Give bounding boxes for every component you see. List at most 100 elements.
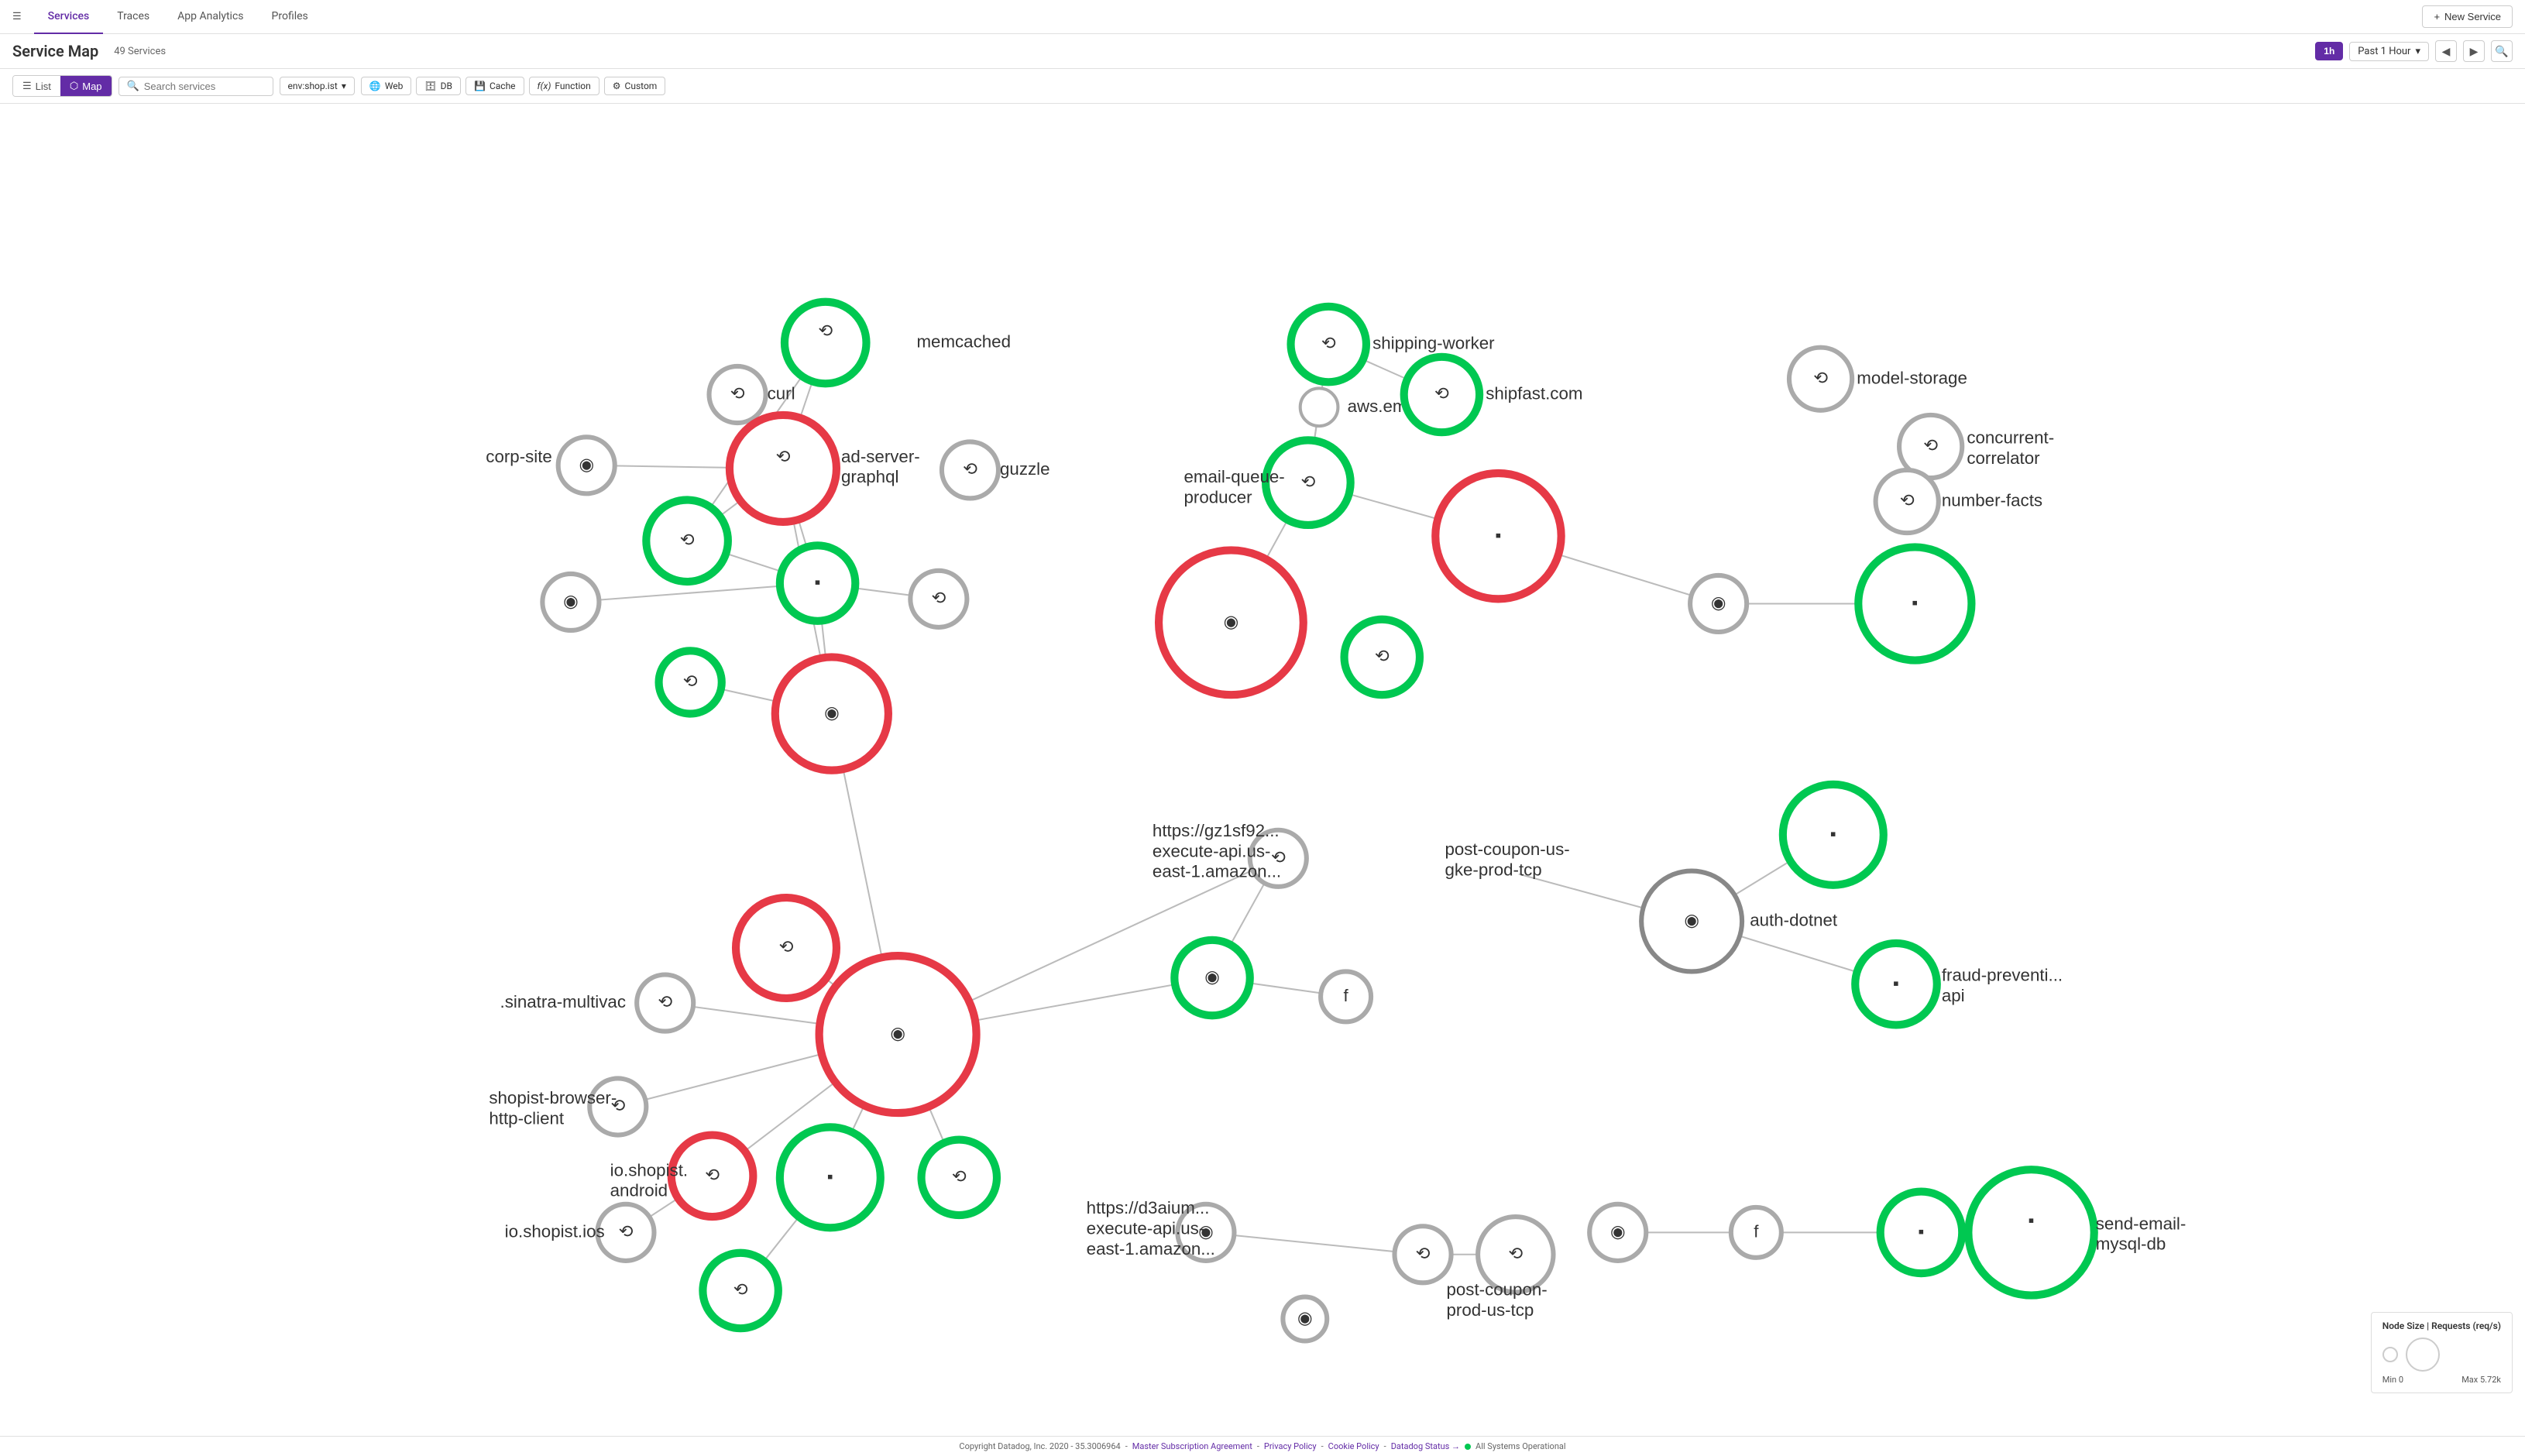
- svg-text:.sinatra-multivac: .sinatra-multivac: [500, 992, 626, 1011]
- footer-link-cookie[interactable]: Cookie Policy: [1328, 1441, 1379, 1451]
- svg-text:▪: ▪: [815, 572, 821, 592]
- search-input[interactable]: [144, 81, 265, 92]
- map-view-button[interactable]: ⬡ Map: [60, 76, 112, 96]
- svg-text:⟲: ⟲: [1434, 384, 1449, 403]
- svg-text:▪: ▪: [1893, 974, 1899, 993]
- page-title: Service Map: [12, 42, 98, 60]
- new-service-button[interactable]: + New Service: [2422, 5, 2513, 28]
- map-icon: ⬡: [70, 80, 78, 92]
- new-service-label: New Service: [2444, 11, 2501, 22]
- legend-max-label: Max 5.72k: [2461, 1375, 2501, 1385]
- time-forward-button[interactable]: ▶: [2463, 40, 2485, 62]
- svg-text:shipping-worker: shipping-worker: [1372, 334, 1495, 353]
- cache-icon: 💾: [474, 81, 486, 91]
- function-label: Function: [555, 81, 590, 91]
- svg-text:https://d3aium...: https://d3aium...: [1087, 1198, 1210, 1217]
- footer-link-msa[interactable]: Master Subscription Agreement: [1132, 1441, 1252, 1451]
- list-icon: ☰: [22, 80, 32, 92]
- filter-custom[interactable]: ⚙ Custom: [604, 77, 666, 95]
- svg-text:⟲: ⟲: [1375, 647, 1390, 666]
- filter-cache[interactable]: 💾 Cache: [465, 77, 524, 95]
- service-map-container[interactable]: ⟲ memcached ⟲ curl ◉ corp-site ⟲ ad-serv…: [0, 104, 2525, 1424]
- nav-tab-app-analytics[interactable]: App Analytics: [163, 0, 257, 34]
- svg-text:producer: producer: [1184, 488, 1253, 507]
- chevron-down-icon: ▾: [342, 81, 346, 91]
- footer-link-status[interactable]: Datadog Status →: [1391, 1441, 1460, 1451]
- nav-tab-services[interactable]: Services: [34, 0, 104, 34]
- hamburger-icon[interactable]: ☰: [12, 11, 22, 22]
- footer-copyright: Copyright Datadog, Inc. 2020 - 35.300696…: [959, 1441, 1120, 1451]
- filter-web[interactable]: 🌐 Web: [361, 77, 412, 95]
- svg-text:⟲: ⟲: [932, 588, 946, 607]
- list-view-button[interactable]: ☰ List: [13, 76, 60, 96]
- svg-text:email-queue-: email-queue-: [1184, 467, 1285, 486]
- svg-text:https://gz1sf92...: https://gz1sf92...: [1153, 821, 1280, 840]
- svg-text:⟲: ⟲: [818, 321, 833, 340]
- status-dot: [1465, 1444, 1471, 1450]
- svg-text:mysql-db: mysql-db: [2096, 1235, 2166, 1254]
- legend-labels: Min 0 Max 5.72k: [2382, 1375, 2501, 1385]
- footer: Copyright Datadog, Inc. 2020 - 35.300696…: [0, 1436, 2525, 1456]
- svg-text:◉: ◉: [1297, 1308, 1312, 1327]
- filter-function[interactable]: f(x) Function: [529, 77, 599, 95]
- footer-link-privacy[interactable]: Privacy Policy: [1264, 1441, 1317, 1451]
- svg-text:⟲: ⟲: [1321, 334, 1336, 353]
- svg-text:⟲: ⟲: [680, 530, 695, 549]
- svg-text:◉: ◉: [1711, 593, 1726, 613]
- svg-text:io.shopist.ios: io.shopist.ios: [505, 1221, 605, 1241]
- svg-text:android: android: [610, 1181, 668, 1200]
- search-icon: 🔍: [127, 81, 139, 92]
- svg-text:⟲: ⟲: [1923, 436, 1938, 455]
- svg-text:⟲: ⟲: [1508, 1244, 1523, 1263]
- legend-circles: [2382, 1338, 2440, 1372]
- nav-tab-profiles[interactable]: Profiles: [258, 0, 322, 34]
- svg-text:◉: ◉: [563, 592, 578, 611]
- svg-text:model-storage: model-storage: [1857, 368, 1967, 387]
- svg-text:▪: ▪: [2029, 1210, 2035, 1230]
- svg-text:⟲: ⟲: [1301, 472, 1316, 491]
- search-input-wrap: 🔍: [119, 77, 273, 96]
- svg-text:⟲: ⟲: [705, 1165, 720, 1184]
- plus-icon: +: [2434, 11, 2440, 22]
- web-label: Web: [385, 81, 404, 91]
- svg-text:prod-us-tcp: prod-us-tcp: [1446, 1300, 1534, 1320]
- footer-status-text: All Systems Operational: [1475, 1441, 1566, 1451]
- svg-text:⟲: ⟲: [776, 447, 791, 466]
- footer-separator: -: [1384, 1441, 1386, 1451]
- filter-bar: ☰ List ⬡ Map 🔍 env:shop.ist ▾ 🌐 Web 🗄 DB…: [0, 69, 2525, 104]
- sub-header: Service Map 49 Services 1h Past 1 Hour ▾…: [0, 34, 2525, 69]
- env-filter-label: env:shop.ist: [288, 81, 338, 91]
- svg-text:⟲: ⟲: [1416, 1244, 1431, 1263]
- svg-text:curl: curl: [768, 384, 795, 403]
- svg-text:⟲: ⟲: [658, 992, 672, 1011]
- svg-text:post-coupon-: post-coupon-: [1446, 1280, 1547, 1300]
- svg-text:ad-server-: ad-server-: [841, 447, 920, 466]
- db-label: DB: [441, 81, 452, 91]
- svg-text:f: f: [1754, 1221, 1759, 1241]
- svg-text:⟲: ⟲: [963, 459, 977, 479]
- nav-tab-traces[interactable]: Traces: [103, 0, 163, 34]
- svg-text:guzzle: guzzle: [1000, 459, 1050, 479]
- svg-text:▪: ▪: [1912, 593, 1918, 613]
- svg-text:⟲: ⟲: [619, 1221, 634, 1241]
- svg-text:f: f: [1343, 986, 1348, 1005]
- svg-text:graphql: graphql: [841, 467, 898, 486]
- footer-separator: -: [1321, 1441, 1324, 1451]
- footer-separator: -: [1257, 1441, 1259, 1451]
- svg-text:concurrent-: concurrent-: [1967, 428, 2054, 447]
- time-1h-button[interactable]: 1h: [2315, 42, 2343, 60]
- footer-separator: -: [1125, 1441, 1128, 1451]
- svg-text:⟲: ⟲: [683, 671, 698, 691]
- svg-text:◉: ◉: [1684, 911, 1699, 930]
- svg-text:⟲: ⟲: [730, 384, 745, 403]
- time-back-button[interactable]: ◀: [2435, 40, 2457, 62]
- function-icon: f(x): [538, 81, 551, 91]
- svg-text:shipfast.com: shipfast.com: [1486, 384, 1582, 403]
- svg-text:auth-dotnet: auth-dotnet: [1750, 911, 1838, 930]
- env-filter-chip[interactable]: env:shop.ist ▾: [280, 77, 355, 95]
- svg-text:⟲: ⟲: [1900, 491, 1915, 510]
- time-range-selector[interactable]: Past 1 Hour ▾: [2349, 42, 2429, 61]
- global-search-button[interactable]: 🔍: [2491, 40, 2513, 62]
- filter-db[interactable]: 🗄 DB: [416, 77, 461, 95]
- svg-text:correlator: correlator: [1967, 448, 2040, 468]
